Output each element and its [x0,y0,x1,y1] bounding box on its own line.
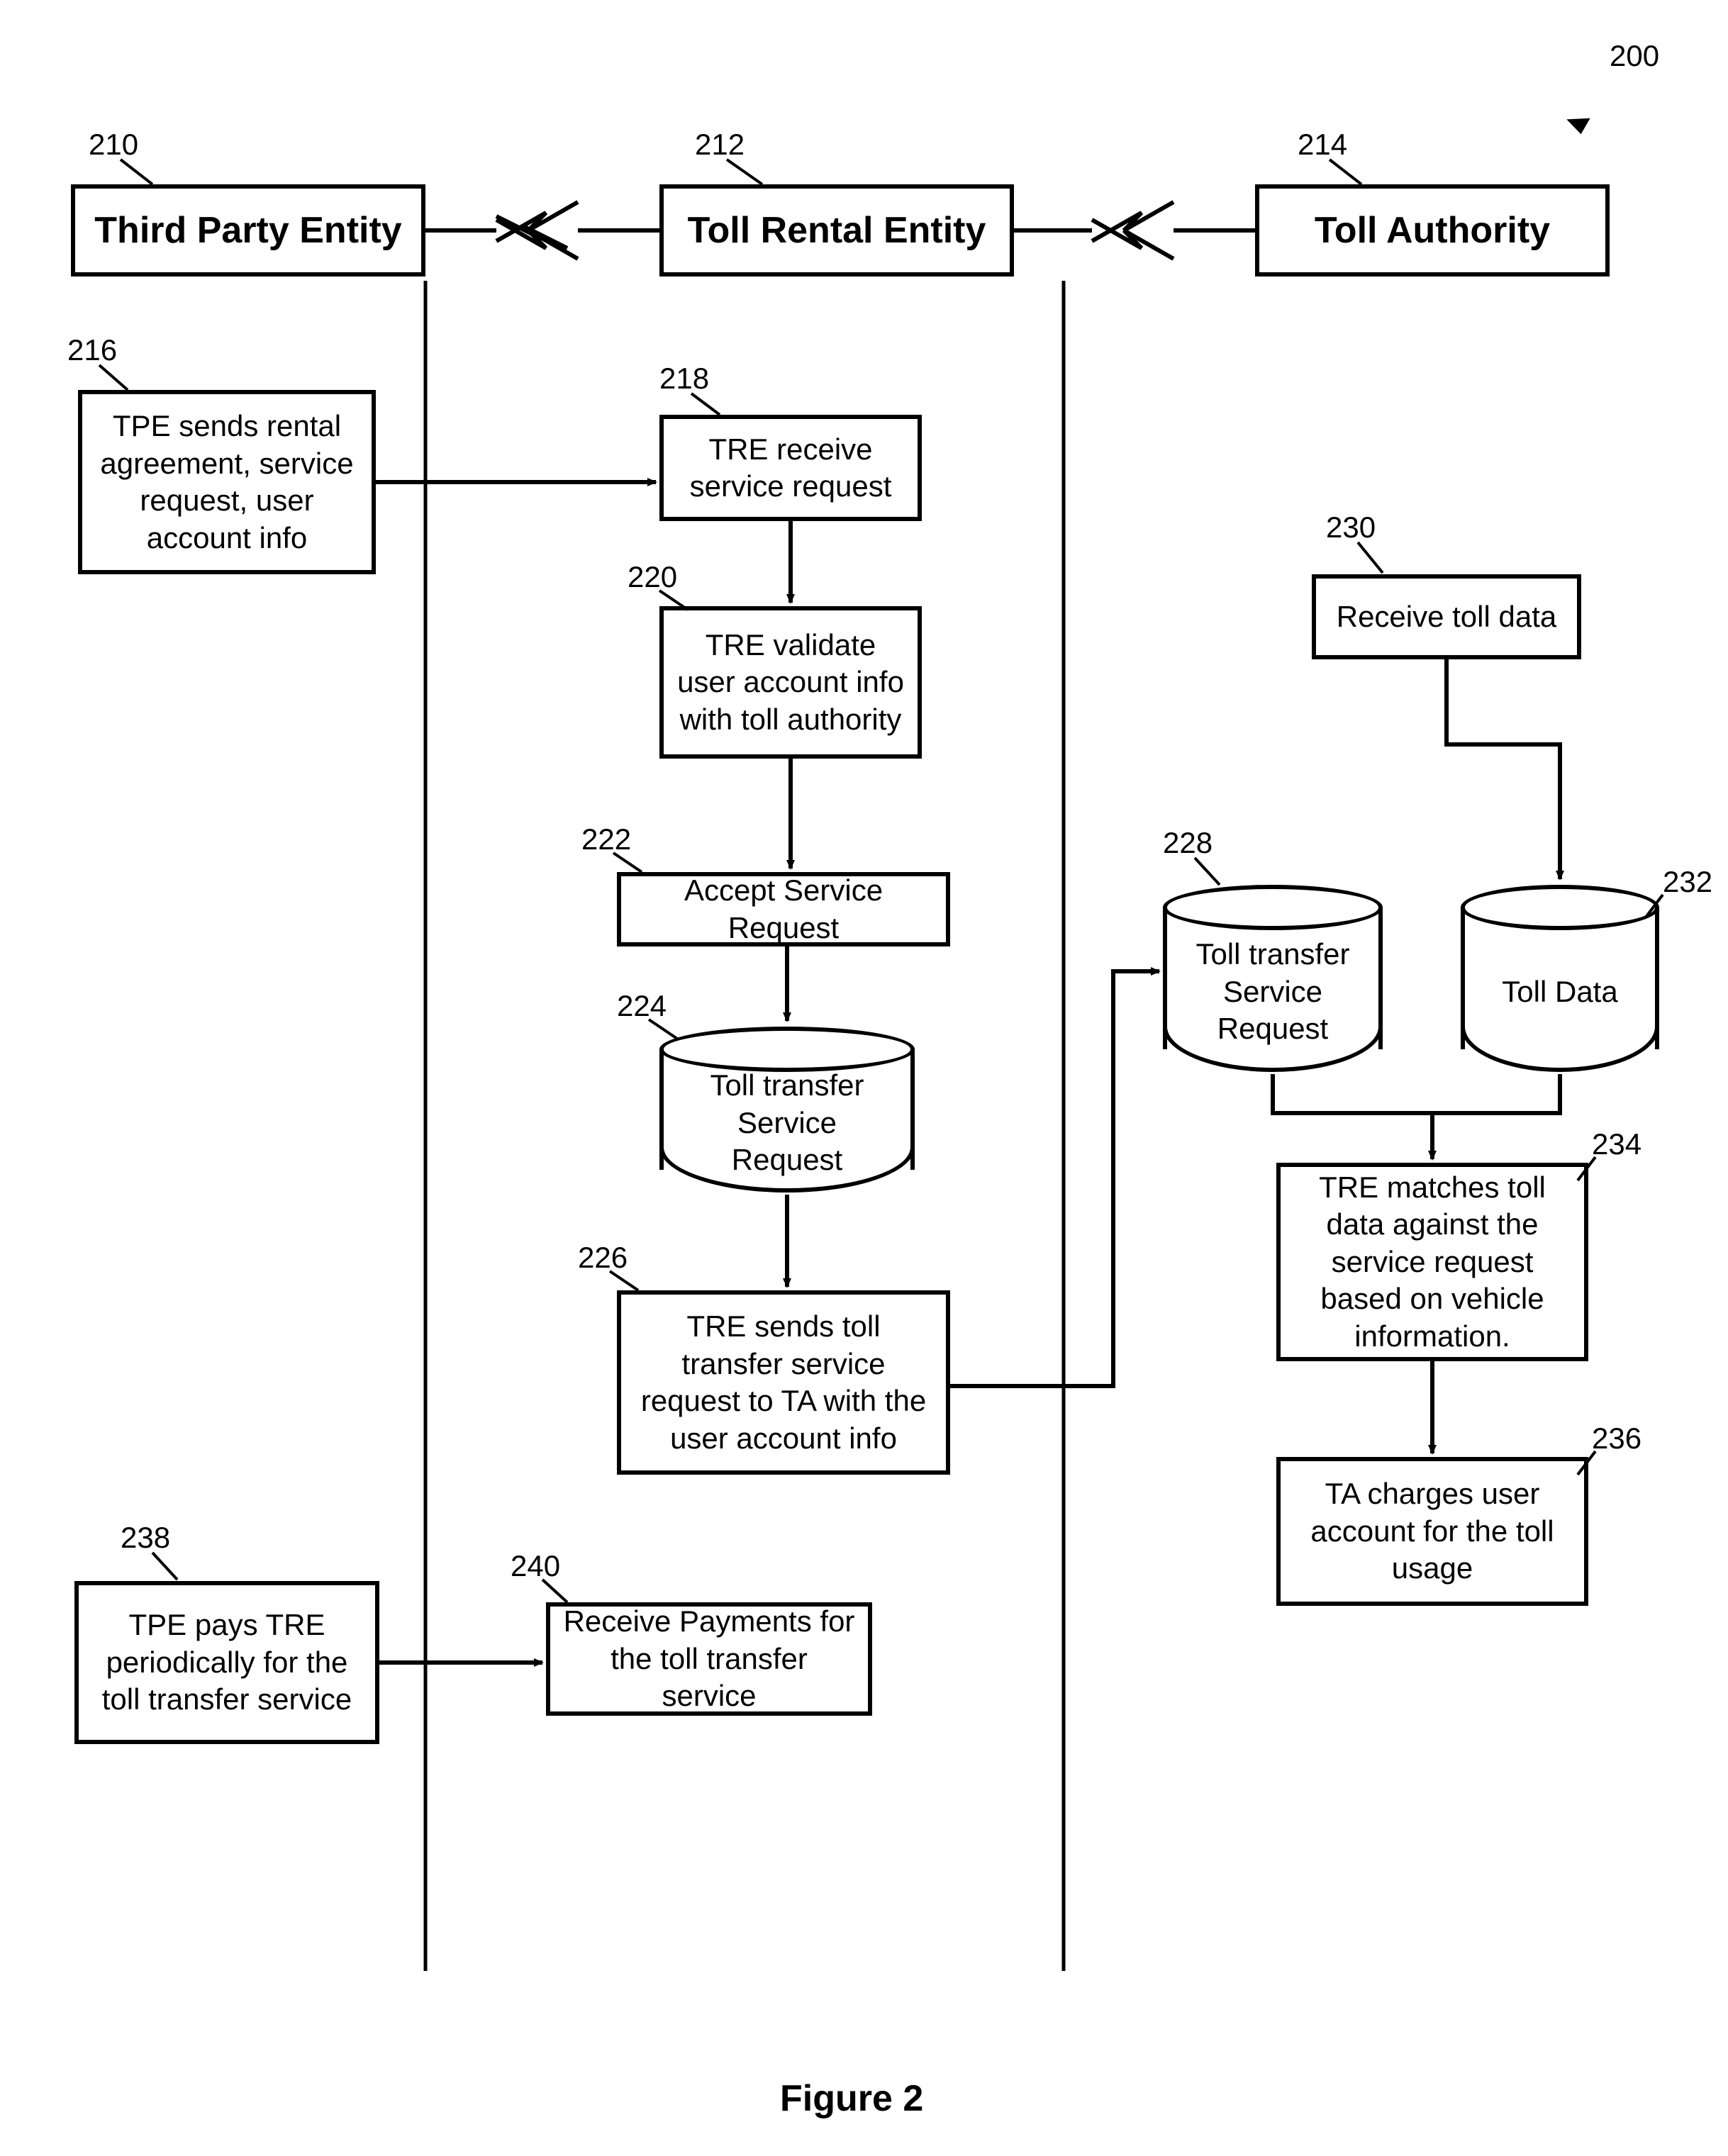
entity-toll-rental: Toll Rental Entity [659,184,1014,277]
step-236-text: TA charges user account for the toll usa… [1293,1475,1571,1587]
step-238: TPE pays TRE periodically for the toll t… [74,1581,379,1744]
step-220-text: TRE validate user account info with toll… [676,627,905,739]
step-230-text: Receive toll data [1337,598,1557,636]
step-222-text: Accept Service Request [634,872,933,946]
step-218: TRE receive service request [659,415,922,521]
ref-212: 212 [695,128,745,162]
entity-toll-rental-label: Toll Rental Entity [688,208,986,254]
db-232: Toll Data [1461,907,1659,1049]
step-216: TPE sends rental agreement, service requ… [78,390,376,574]
db-224-text: Toll transfer Service Request [678,1067,896,1179]
ref-214: 214 [1298,128,1347,162]
ref-234: 234 [1592,1127,1641,1161]
ref-232: 232 [1663,865,1712,899]
ref-210: 210 [89,128,138,162]
entity-third-party: Third Party Entity [71,184,425,277]
ref-228: 228 [1163,826,1213,860]
step-230: Receive toll data [1312,574,1581,659]
db-224: Toll transfer Service Request [659,1049,915,1170]
entity-toll-authority-label: Toll Authority [1315,208,1550,254]
ref-236: 236 [1592,1421,1641,1456]
db-228-text: Toll transfer Service Request [1181,936,1364,1048]
entity-third-party-label: Third Party Entity [94,208,401,254]
step-238-text: TPE pays TRE periodically for the toll t… [91,1607,362,1719]
ref-226: 226 [578,1241,628,1275]
step-226: TRE sends toll transfer service request … [617,1290,950,1475]
step-234-text: TRE matches toll data against the servic… [1293,1169,1571,1356]
db-232-text: Toll Data [1502,973,1617,1011]
figure-label: Figure 2 [780,2077,923,2120]
step-240-text: Receive Payments for the toll transfer s… [563,1603,855,1715]
step-234: TRE matches toll data against the servic… [1276,1163,1588,1361]
step-236: TA charges user account for the toll usa… [1276,1457,1588,1606]
step-218-text: TRE receive service request [676,431,905,506]
ref-216: 216 [67,333,117,367]
ref-200: 200 [1610,39,1659,73]
step-240: Receive Payments for the toll transfer s… [546,1602,872,1716]
ref-220: 220 [628,560,677,594]
ref-218: 218 [659,362,709,396]
step-220: TRE validate user account info with toll… [659,606,922,759]
step-216-text: TPE sends rental agreement, service requ… [95,408,359,557]
entity-toll-authority: Toll Authority [1255,184,1610,277]
ref-238: 238 [121,1521,170,1555]
step-222: Accept Service Request [617,872,950,946]
ref-230: 230 [1326,510,1376,544]
ref-222: 222 [581,822,631,856]
diagram-stage: 200 Third Party Entity 210 Toll Rental E… [0,0,1728,2156]
db-228: Toll transfer Service Request [1163,907,1383,1049]
ref-240: 240 [511,1549,560,1583]
step-226-text: TRE sends toll transfer service request … [634,1308,933,1457]
ref-224: 224 [617,989,667,1023]
